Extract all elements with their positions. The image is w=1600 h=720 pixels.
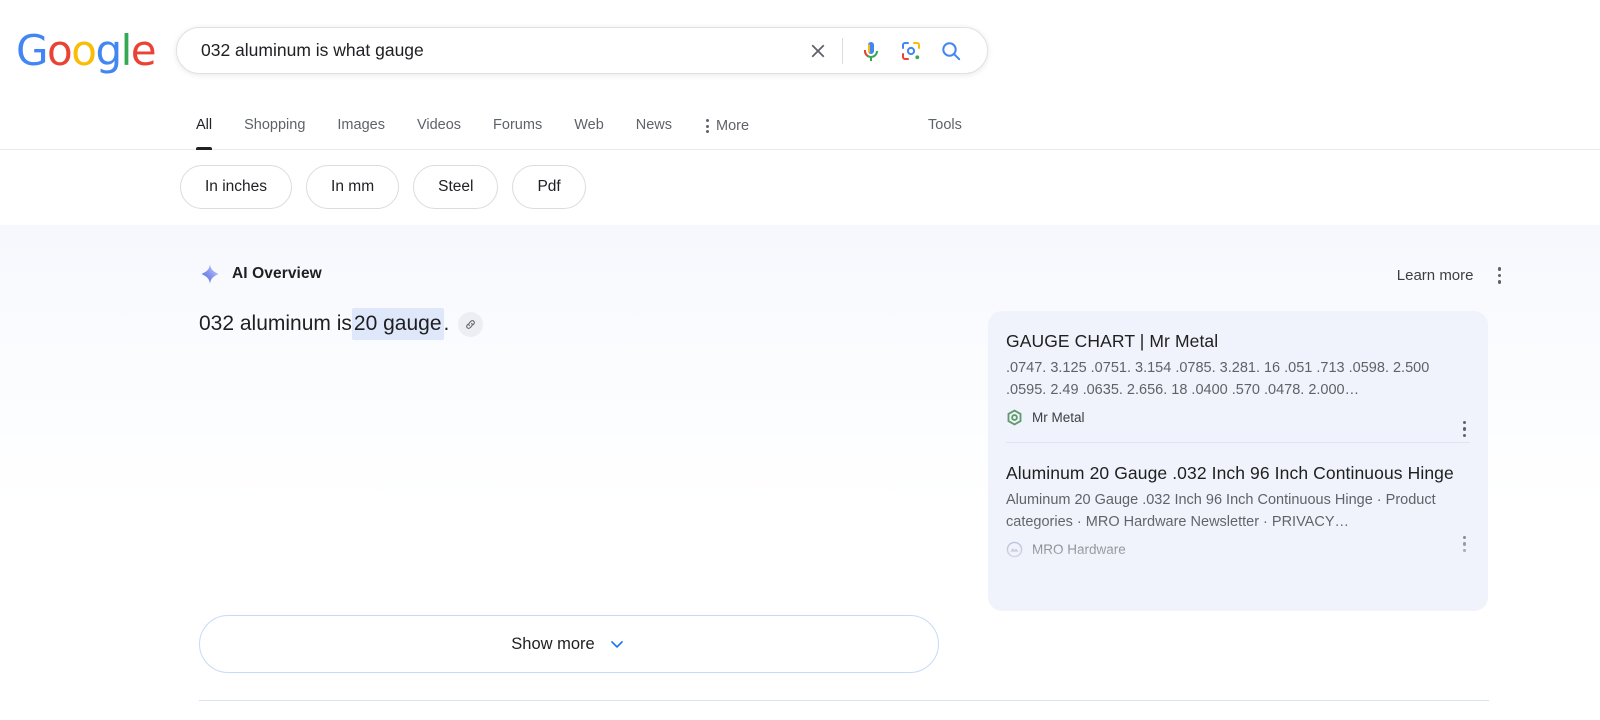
source-cards-list: GAUGE CHART | Mr Metal .0747. 3.125 .075… <box>988 311 1488 558</box>
lens-search-button[interactable] <box>891 31 931 71</box>
search-submit-button[interactable] <box>931 31 971 71</box>
tab-news-label: News <box>636 117 672 133</box>
clear-search-button[interactable] <box>798 31 838 71</box>
citation-chip[interactable] <box>458 312 483 337</box>
close-icon <box>807 40 829 62</box>
ai-sparkle-icon <box>199 263 221 285</box>
chip-steel[interactable]: Steel <box>413 165 498 209</box>
source-card-2[interactable]: Aluminum 20 Gauge .032 Inch 96 Inch Cont… <box>1006 461 1470 558</box>
logo-letter-o1: o <box>47 30 71 72</box>
logo-letter-g2: g <box>95 30 120 72</box>
ai-overview-answer: 032 aluminum is 20 gauge. <box>199 308 899 340</box>
link-icon <box>464 318 477 331</box>
google-lens-icon <box>899 39 923 63</box>
source-card-2-source-name: MRO Hardware <box>1032 542 1126 557</box>
google-logo[interactable]: Google <box>16 30 155 72</box>
search-tabs: All Shopping Images Videos Forums Web Ne… <box>192 102 765 150</box>
chevron-down-icon <box>607 634 627 654</box>
source-card-2-source: MRO Hardware <box>1006 541 1470 558</box>
source-card-2-title[interactable]: Aluminum 20 Gauge .032 Inch 96 Inch Cont… <box>1006 461 1470 486</box>
ai-overview-body: 032 aluminum is 20 gauge. <box>199 308 899 340</box>
tab-videos[interactable]: Videos <box>401 102 477 150</box>
source-card-2-kebab-icon[interactable] <box>1459 532 1471 557</box>
chip-pdf-label: Pdf <box>537 178 560 196</box>
answer-prefix: 032 aluminum is <box>199 309 352 339</box>
logo-letter-l: l <box>121 30 131 72</box>
ai-overview-kebab-icon[interactable] <box>1494 263 1506 288</box>
logo-letter-o2: o <box>71 30 95 72</box>
tab-all-label: All <box>196 117 212 133</box>
source-card-1[interactable]: GAUGE CHART | Mr Metal .0747. 3.125 .075… <box>1006 329 1470 443</box>
search-divider <box>842 38 843 64</box>
tab-web[interactable]: Web <box>558 102 620 150</box>
tab-shopping-label: Shopping <box>244 117 305 133</box>
source-cards-panel: GAUGE CHART | Mr Metal .0747. 3.125 .075… <box>988 311 1488 611</box>
tab-forums-label: Forums <box>493 117 542 133</box>
source-card-divider <box>1006 442 1470 443</box>
tab-shopping[interactable]: Shopping <box>228 102 321 150</box>
tab-all[interactable]: All <box>192 102 228 150</box>
learn-more-link[interactable]: Learn more <box>1397 267 1474 284</box>
search-bar[interactable] <box>176 27 988 74</box>
tab-forums[interactable]: Forums <box>477 102 558 150</box>
source-card-1-source-name: Mr Metal <box>1032 410 1085 425</box>
source-card-2-snippet: Aluminum 20 Gauge .032 Inch 96 Inch Cont… <box>1006 489 1470 533</box>
microphone-icon <box>859 39 883 63</box>
search-tabs-bar: All Shopping Images Videos Forums Web Ne… <box>0 102 1600 150</box>
voice-search-button[interactable] <box>851 31 891 71</box>
tab-more[interactable]: More <box>688 102 765 150</box>
ai-overview-panel: AI Overview Learn more 032 aluminum is 2… <box>0 225 1600 695</box>
mro-hardware-favicon <box>1006 541 1023 558</box>
chip-pdf[interactable]: Pdf <box>512 165 585 209</box>
show-more-label: Show more <box>511 635 594 654</box>
source-card-1-title[interactable]: GAUGE CHART | Mr Metal <box>1006 329 1470 354</box>
chip-in-mm[interactable]: In mm <box>306 165 399 209</box>
logo-letter-e: e <box>131 30 155 72</box>
tools-button[interactable]: Tools <box>928 102 962 150</box>
source-card-1-kebab-icon[interactable] <box>1459 417 1471 442</box>
bottom-divider <box>199 700 1489 701</box>
show-more-button[interactable]: Show more <box>199 615 939 673</box>
tab-images[interactable]: Images <box>321 102 401 150</box>
mr-metal-nut-favicon <box>1006 409 1023 426</box>
chip-in-inches-label: In inches <box>205 178 267 196</box>
search-actions <box>798 31 987 71</box>
search-input[interactable] <box>177 40 798 61</box>
tools-label: Tools <box>928 117 962 133</box>
source-card-1-source: Mr Metal <box>1006 409 1470 426</box>
chip-in-inches[interactable]: In inches <box>180 165 292 209</box>
source-card-1-snippet: .0747. 3.125 .0751. 3.154 .0785. 3.281. … <box>1006 357 1470 401</box>
ai-overview-actions: Learn more <box>1397 263 1505 288</box>
ai-overview-header: AI Overview <box>199 263 322 285</box>
more-kebab-icon <box>706 119 709 133</box>
filter-chips: In inches In mm Steel Pdf <box>180 165 586 209</box>
tab-more-label: More <box>716 103 749 149</box>
tab-news[interactable]: News <box>620 102 688 150</box>
answer-highlight: 20 gauge <box>352 308 444 340</box>
chip-in-mm-label: In mm <box>331 178 374 196</box>
search-icon <box>939 39 963 63</box>
logo-letter-g1: G <box>16 30 47 72</box>
tab-videos-label: Videos <box>417 117 461 133</box>
ai-overview-title: AI Overview <box>232 265 322 283</box>
tab-images-label: Images <box>337 117 385 133</box>
tab-web-label: Web <box>574 117 604 133</box>
answer-suffix: . <box>444 309 450 339</box>
chip-steel-label: Steel <box>438 178 473 196</box>
page-header: Google <box>0 0 1600 102</box>
